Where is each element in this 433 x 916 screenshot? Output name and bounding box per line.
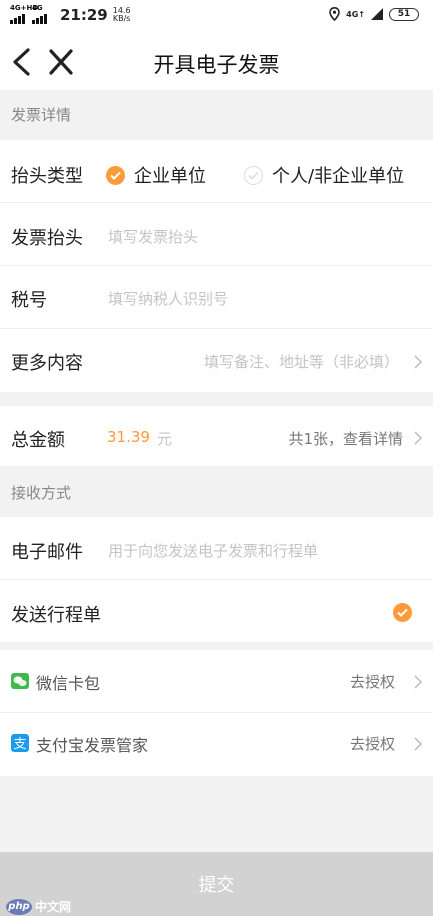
email-label: 电子邮件 <box>11 542 83 563</box>
divider <box>0 265 433 266</box>
total-row[interactable]: 总金额 31.39 元 共1张，查看详情 <box>0 406 433 466</box>
chevron-right-icon[interactable] <box>413 736 423 752</box>
tax-number-label: 税号 <box>11 290 47 311</box>
sim2-label: 4G <box>32 4 43 12</box>
watermark-text: 中文网 <box>35 900 72 914</box>
speed-unit: KB/s <box>112 14 131 23</box>
chevron-right-icon[interactable] <box>413 354 423 370</box>
radio-individual-label: 个人/非企业单位 <box>272 166 405 187</box>
clock: 21:29 <box>60 6 108 24</box>
auth-row-wechat[interactable]: 微信卡包 去授权 <box>0 650 433 712</box>
watermark-logo: php 中文网 <box>6 898 71 915</box>
checked-icon <box>106 165 125 185</box>
divider <box>0 202 433 203</box>
php-logo: php <box>6 898 32 915</box>
auth-action-alipay[interactable]: 去授权 <box>350 733 395 754</box>
page-title: 开具电子发票 <box>153 53 280 77</box>
send-itinerary-label: 发送行程单 <box>11 605 101 626</box>
chevron-right-icon[interactable] <box>413 674 423 690</box>
tax-number-input[interactable]: 填写纳税人识别号 <box>108 288 228 309</box>
auth-name-alipay: 支付宝发票管家 <box>36 736 149 755</box>
send-itinerary-checkbox[interactable] <box>393 603 412 622</box>
radio-company[interactable]: 企业单位 <box>106 162 206 188</box>
more-content-label: 更多内容 <box>11 353 83 374</box>
divider <box>0 328 433 329</box>
battery-level: 51 <box>397 9 411 19</box>
total-unit: 元 <box>157 430 173 448</box>
title-bar: 开具电子发票 <box>0 32 433 90</box>
unchecked-icon <box>244 165 263 185</box>
view-details-link[interactable]: 共1张，查看详情 <box>288 428 403 449</box>
network-type: 4G↑ <box>346 9 365 19</box>
total-label: 总金额 <box>11 430 65 451</box>
chevron-right-icon[interactable] <box>413 430 423 446</box>
svg-text:支: 支 <box>13 737 26 752</box>
divider <box>0 579 433 580</box>
section-title-delivery: 接收方式 <box>11 484 72 502</box>
total-amount: 31.39 <box>107 428 150 446</box>
header-type-label: 抬头类型 <box>11 166 83 187</box>
signal-icon: 4G+HD <box>10 4 38 24</box>
auth-name-wechat: 微信卡包 <box>36 674 101 693</box>
radio-company-label: 企业单位 <box>134 166 206 187</box>
invoice-title-input[interactable]: 填写发票抬头 <box>108 226 198 247</box>
invoice-title-label: 发票抬头 <box>11 228 83 249</box>
invoice-details-card: 抬头类型 企业单位 个人/非企业单位 发票抬头 填写发票抬头 税号 填写纳税人识… <box>0 140 433 392</box>
signal-icon: 4G <box>32 4 50 24</box>
more-content-field[interactable]: 填写备注、地址等（非必填） <box>204 351 399 372</box>
network-speed: 14.6 KB/s <box>113 7 131 23</box>
status-bar: 4G+HD 4G 21:29 14.6 KB/s 4G↑ 51 <box>0 0 433 32</box>
alipay-icon: 支 <box>11 734 29 752</box>
section-title-invoice-details: 发票详情 <box>11 106 72 124</box>
radio-individual[interactable]: 个人/非企业单位 <box>244 162 404 188</box>
delivery-card: 电子邮件 用于向您发送电子发票和行程单 发送行程单 <box>0 517 433 642</box>
battery-icon: 51 <box>389 7 419 21</box>
email-input[interactable]: 用于向您发送电子发票和行程单 <box>108 540 318 561</box>
signal-bars-icon <box>371 8 383 20</box>
location-icon <box>329 7 340 21</box>
auth-action-wechat[interactable]: 去授权 <box>350 671 395 692</box>
wechat-card-icon <box>11 673 29 689</box>
authorization-card: 微信卡包 去授权 支 支付宝发票管家 去授权 <box>0 650 433 776</box>
auth-row-alipay[interactable]: 支 支付宝发票管家 去授权 <box>0 713 433 775</box>
